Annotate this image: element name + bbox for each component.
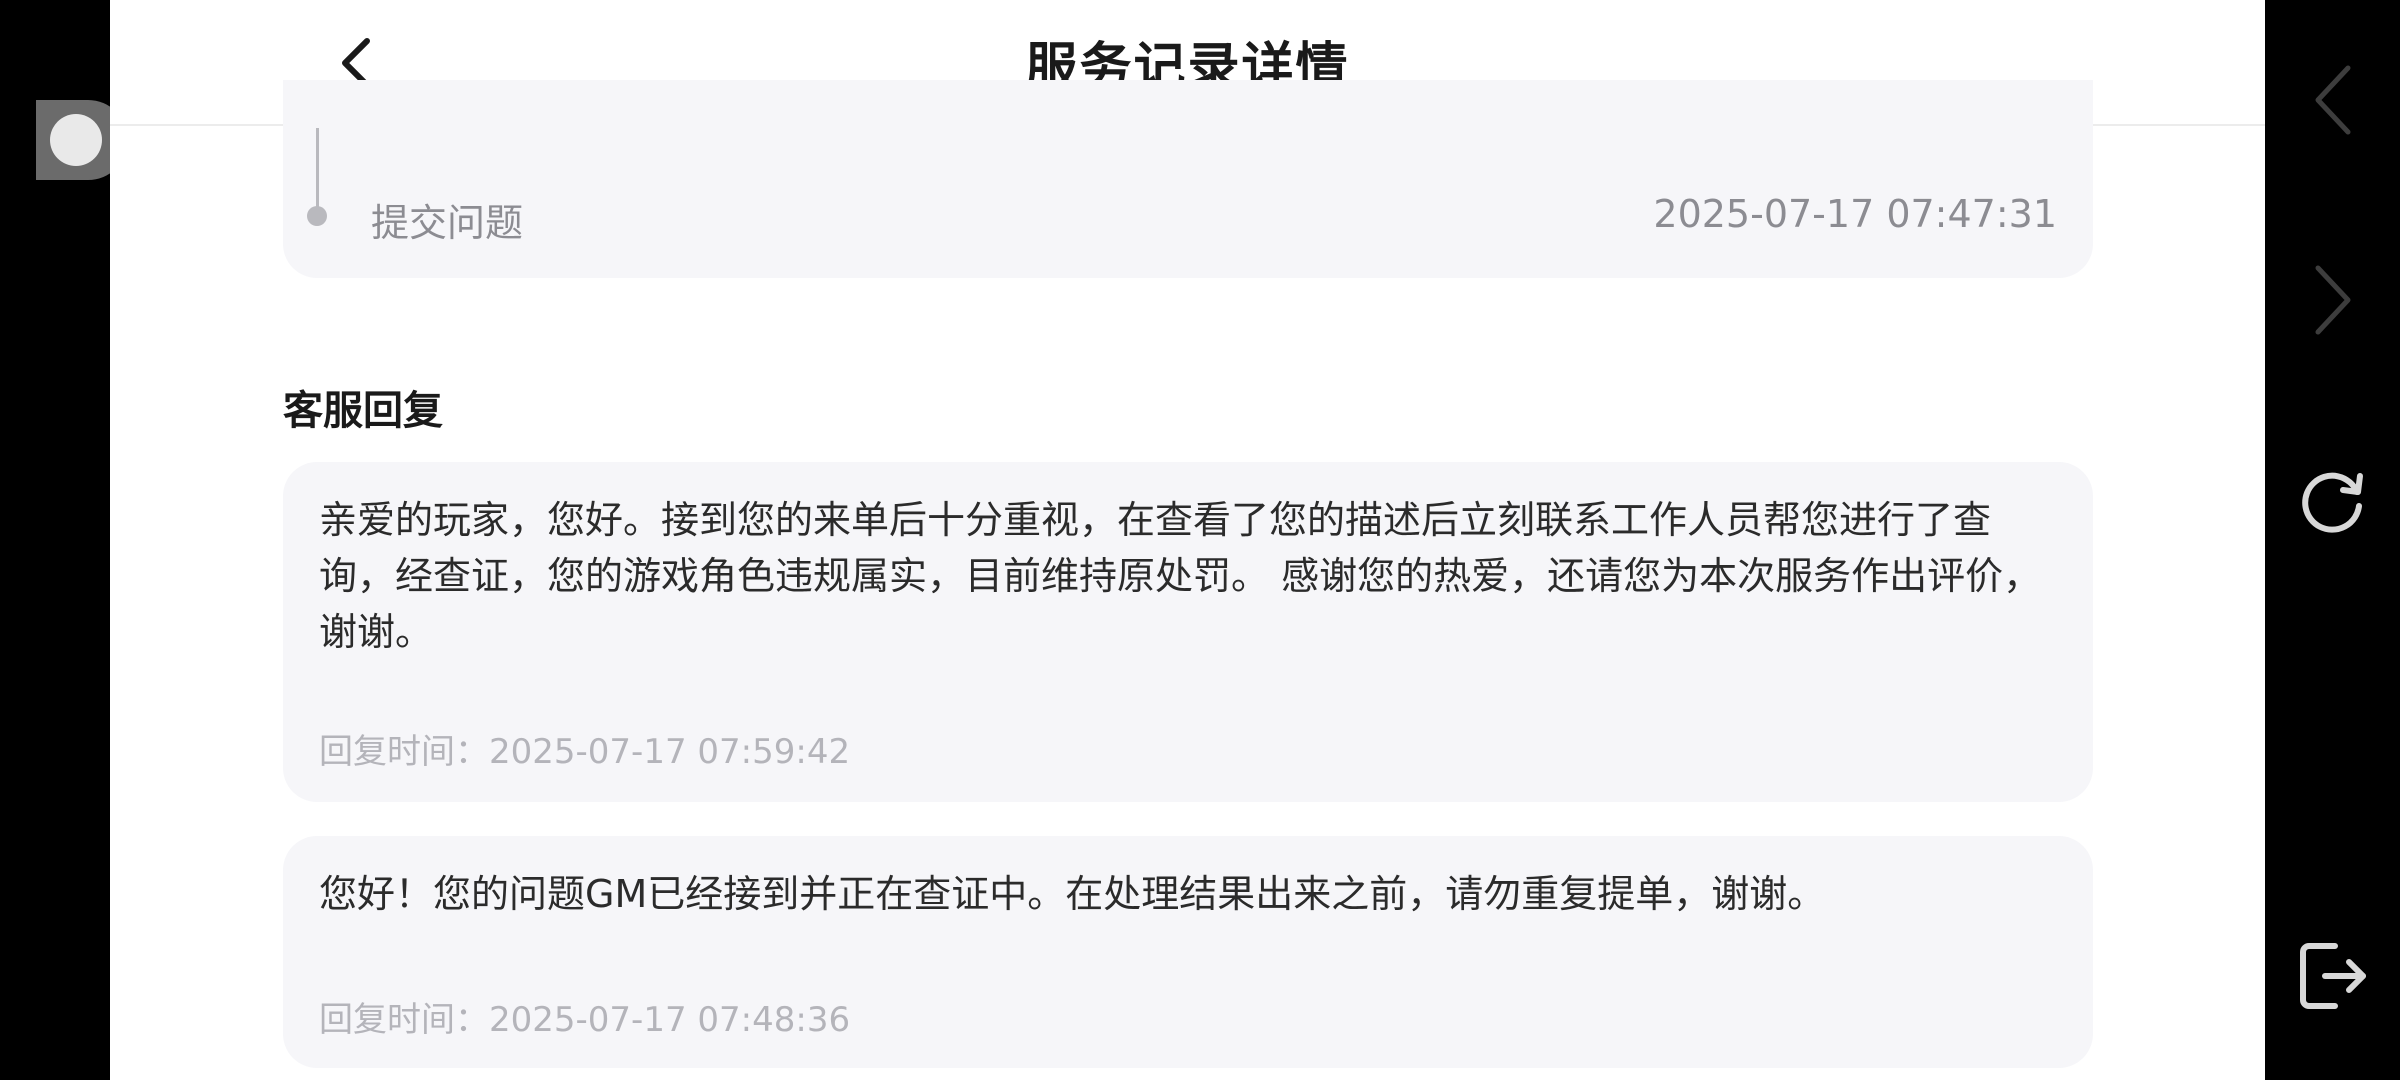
reply-message: 亲爱的玩家，您好。接到您的来单后十分重视，在查看了您的描述后立刻联系工作人员帮您… [319, 498, 2042, 654]
refresh-icon [2301, 472, 2363, 533]
timeline-step-label: 提交问题 [371, 201, 524, 245]
timeline-line [316, 128, 319, 210]
app-screen: 服务记录详情 提交问题 2025-07-17 07:47:31 客服回复 亲爱的… [110, 0, 2265, 1080]
timeline-card: 提交问题 2025-07-17 07:47:31 [283, 80, 2093, 278]
reply-card: 您好！您的问题GM已经接到并正在查证中。在处理结果出来之前，请勿重复提单，谢谢。… [283, 836, 2093, 1068]
chevron-right-icon [2315, 265, 2350, 335]
floating-ball-knob-icon [50, 114, 102, 166]
right-control-rail [2265, 0, 2400, 1080]
timeline-dot [307, 206, 327, 226]
rail-refresh-button[interactable] [2265, 462, 2400, 538]
rail-back-button[interactable] [2265, 62, 2400, 138]
reply-message: 您好！您的问题GM已经接到并正在查证中。在处理结果出来之前，请勿重复提单，谢谢。 [319, 872, 1826, 916]
exit-icon [2299, 943, 2366, 1009]
reply-time: 回复时间：2025-07-17 07:48:36 [319, 1000, 851, 1040]
timeline-step-time: 2025-07-17 07:47:31 [1653, 192, 2057, 236]
section-title-replies: 客服回复 [283, 388, 443, 434]
reply-time: 回复时间：2025-07-17 07:59:42 [319, 732, 851, 772]
chevron-left-icon [2315, 65, 2350, 135]
reply-card: 亲爱的玩家，您好。接到您的来单后十分重视，在查看了您的描述后立刻联系工作人员帮您… [283, 462, 2093, 802]
rail-exit-button[interactable] [2265, 938, 2400, 1014]
rail-forward-button[interactable] [2265, 262, 2400, 338]
